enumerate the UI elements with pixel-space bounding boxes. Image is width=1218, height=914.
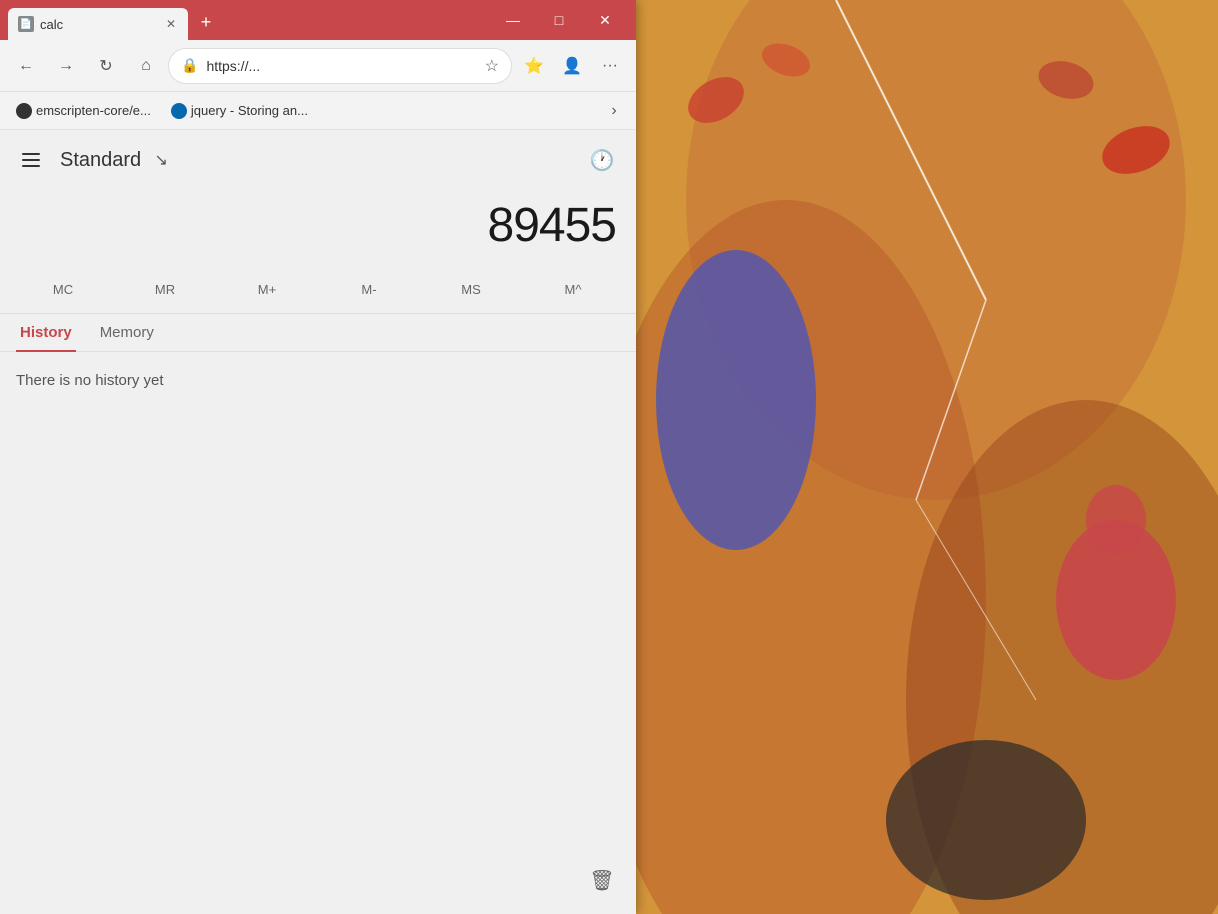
calculator-display-area: 89455 bbox=[0, 190, 636, 270]
history-content: There is no history yet bbox=[0, 352, 636, 914]
close-button[interactable]: ✕ bbox=[582, 0, 628, 40]
collections-icon: ⭐ bbox=[524, 56, 544, 76]
forward-button[interactable]: → bbox=[48, 48, 84, 84]
bookmarks-bar: emscripten-core/e... jquery - Storing an… bbox=[0, 92, 636, 130]
bookmark-label-emscripten: emscripten-core/e... bbox=[36, 103, 151, 118]
hamburger-line-3 bbox=[22, 165, 40, 167]
address-bar[interactable]: 🔒 https://... ☆ bbox=[168, 48, 512, 84]
mminus-button[interactable]: M- bbox=[318, 274, 420, 305]
wallpaper-overlay bbox=[636, 0, 1218, 914]
bookmark-item-emscripten[interactable]: emscripten-core/e... bbox=[8, 99, 159, 123]
maximize-button[interactable]: □ bbox=[536, 0, 582, 40]
calculator-display: 89455 bbox=[488, 198, 616, 253]
title-bar: 📄 calc ✕ + — □ ✕ bbox=[0, 0, 636, 40]
profile-icon: 👤 bbox=[562, 56, 582, 76]
jquery-icon bbox=[171, 103, 187, 119]
refresh-icon: ↻ bbox=[99, 56, 112, 76]
back-button[interactable]: ← bbox=[8, 48, 44, 84]
history-tab[interactable]: History bbox=[16, 314, 76, 351]
refresh-button[interactable]: ↻ bbox=[88, 48, 124, 84]
back-icon: ← bbox=[18, 57, 34, 75]
home-icon: ⌂ bbox=[141, 57, 151, 75]
calculator-title: Standard bbox=[60, 149, 141, 172]
memory-row: MC MR M+ M- MS M^ bbox=[0, 270, 636, 314]
history-memory-tabs: History Memory bbox=[0, 314, 636, 352]
trash-icon: 🗑 bbox=[589, 868, 614, 893]
mc-button[interactable]: MC bbox=[12, 274, 114, 305]
forward-icon: → bbox=[58, 57, 74, 75]
hamburger-line-1 bbox=[22, 153, 40, 155]
more-button[interactable]: ··· bbox=[592, 48, 628, 84]
browser-tab[interactable]: 📄 calc ✕ bbox=[8, 8, 188, 40]
history-clock-icon: 🕐 bbox=[590, 148, 615, 173]
bookmarks-more-button[interactable]: › bbox=[600, 97, 628, 125]
hamburger-button[interactable] bbox=[16, 142, 52, 178]
mr-button[interactable]: MR bbox=[114, 274, 216, 305]
calculator-area: Standard ↘ 🕐 89455 MC MR M+ M- MS M^ His… bbox=[0, 130, 636, 914]
mcaret-button[interactable]: M^ bbox=[522, 274, 624, 305]
minimize-button[interactable]: — bbox=[490, 0, 536, 40]
memory-tab[interactable]: Memory bbox=[96, 314, 158, 351]
more-icon: ··· bbox=[602, 57, 618, 75]
calculator-header: Standard ↘ 🕐 bbox=[0, 130, 636, 190]
history-toggle-button[interactable]: 🕐 bbox=[584, 142, 620, 178]
no-history-text: There is no history yet bbox=[16, 372, 620, 389]
ms-button[interactable]: MS bbox=[420, 274, 522, 305]
mode-button[interactable]: ↘ bbox=[147, 146, 175, 174]
collections-button[interactable]: ⭐ bbox=[516, 48, 552, 84]
url-text: https://... bbox=[206, 58, 476, 74]
tab-favicon: 📄 bbox=[18, 16, 34, 32]
navigation-bar: ← → ↻ ⌂ 🔒 https://... ☆ ⭐ 👤 ··· bbox=[0, 40, 636, 92]
tab-close-button[interactable]: ✕ bbox=[162, 15, 180, 33]
favorite-icon[interactable]: ☆ bbox=[485, 56, 499, 76]
tab-area: 📄 calc ✕ + bbox=[8, 0, 490, 40]
profile-button[interactable]: 👤 bbox=[554, 48, 590, 84]
mplus-button[interactable]: M+ bbox=[216, 274, 318, 305]
browser-window: 📄 calc ✕ + — □ ✕ ← → ↻ ⌂ 🔒 https://... bbox=[0, 0, 636, 914]
github-icon bbox=[16, 103, 32, 119]
nav-actions: ⭐ 👤 ··· bbox=[516, 48, 628, 84]
hamburger-line-2 bbox=[22, 159, 40, 161]
bookmark-label-jquery: jquery - Storing an... bbox=[191, 103, 308, 118]
home-button[interactable]: ⌂ bbox=[128, 48, 164, 84]
bookmark-item-jquery[interactable]: jquery - Storing an... bbox=[163, 99, 316, 123]
new-tab-button[interactable]: + bbox=[192, 8, 220, 36]
window-controls: — □ ✕ bbox=[490, 0, 628, 40]
lock-icon: 🔒 bbox=[181, 57, 198, 74]
mode-icon: ↘ bbox=[154, 150, 167, 170]
trash-button[interactable]: 🗑 bbox=[584, 862, 620, 898]
tab-title: calc bbox=[40, 17, 156, 32]
